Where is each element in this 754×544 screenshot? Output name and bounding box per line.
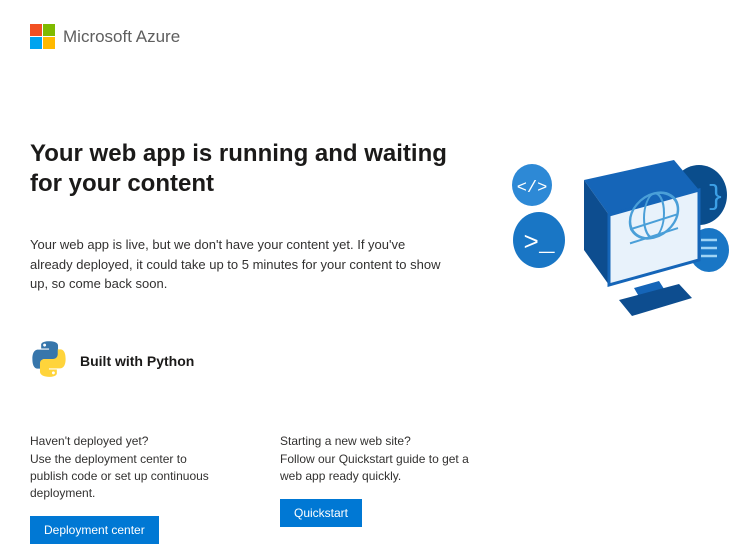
quickstart-heading: Starting a new web site? [280,433,470,450]
brand-text: Microsoft Azure [63,27,180,47]
page-title: Your web app is running and waiting for … [30,139,460,199]
deployment-center-button[interactable]: Deployment center [30,516,159,544]
main-content: Your web app is running and waiting for … [30,139,460,544]
microsoft-logo-icon [30,24,55,49]
description-text: Your web app is live, but we don't have … [30,235,450,294]
python-icon [30,340,68,383]
built-with-row: Built with Python [30,340,460,383]
quickstart-column: Starting a new web site? Follow our Quic… [280,433,470,544]
deploy-heading: Haven't deployed yet? [30,433,220,450]
deploy-text: Use the deployment center to publish cod… [30,451,220,501]
svg-text:</>: </> [517,179,548,198]
server-illustration-icon: { } </> >_ [504,140,734,325]
header: Microsoft Azure [30,24,724,49]
svg-text:>_: >_ [523,228,555,258]
built-with-label: Built with Python [80,353,194,369]
quickstart-button[interactable]: Quickstart [280,499,362,527]
action-columns: Haven't deployed yet? Use the deployment… [30,433,460,544]
deploy-column: Haven't deployed yet? Use the deployment… [30,433,220,544]
quickstart-text: Follow our Quickstart guide to get a web… [280,451,470,485]
